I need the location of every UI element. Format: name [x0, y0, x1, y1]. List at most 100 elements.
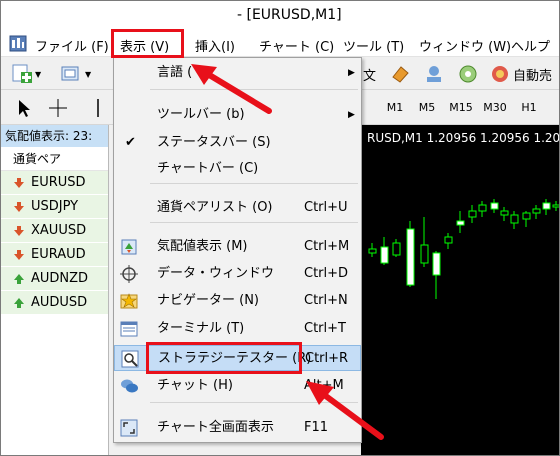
symbol-label: EURAUD [31, 247, 86, 262]
symbol-column-header[interactable]: 通貨ペア [1, 147, 108, 171]
symbol-label: AUDNZD [31, 271, 89, 286]
symbol-label: XAUUSD [31, 223, 87, 238]
candle-body [522, 212, 531, 220]
view-menu-dropdown: 言語 ( ▶ ツールバー (b) ▶ ✔ ステータスバー (S) チャートバー (C) 通貨ペ… [113, 57, 362, 443]
menu-item-label: チャート全画面表示 [157, 420, 274, 435]
menu-item-label: データ・ウィンドウ [157, 266, 275, 281]
candle-body [532, 208, 541, 214]
menu-item-shortcut: Ctrl+N [304, 293, 348, 308]
view-menu-item[interactable]: チャートバー (C) [114, 156, 361, 182]
arrow-up-icon [14, 298, 24, 308]
timeframe-m5[interactable]: M5 [410, 96, 444, 120]
menu-help[interactable]: ヘルプ [511, 36, 550, 55]
timeframe-m1[interactable]: M1 [378, 96, 412, 120]
view-menu-item[interactable]: ナビゲーター (N) Ctrl+N [114, 288, 361, 314]
chevron-down-icon[interactable]: ▼ [35, 70, 41, 79]
chevron-down-icon[interactable]: ▼ [85, 70, 91, 79]
candle-body [510, 214, 519, 224]
new-chart-icon[interactable] [11, 63, 33, 85]
auto-trading-label[interactable]: 自動売 [513, 65, 552, 84]
mt4-window: - [EURUSD,M1] ファイル (F) 表示 (V) 挿入(I) チャート… [0, 0, 560, 456]
menu-item-label: 言語 ( [157, 65, 193, 80]
menu-item-label: ステータスバー (S) [157, 135, 271, 150]
checkmark-icon: ✔ [125, 135, 136, 150]
menu-item-label: ナビゲーター (N) [157, 293, 260, 308]
menu-separator [150, 183, 358, 184]
view-menu-item[interactable]: データ・ウィンドウ Ctrl+D [114, 261, 361, 287]
menu-item-label: ツールバー (b) [157, 107, 245, 122]
menu-window[interactable]: ウィンドウ (W) [419, 36, 511, 55]
menu-item-shortcut: Ctrl+M [304, 239, 350, 254]
account-icon[interactable] [423, 63, 445, 85]
symbol-label: EURUSD [31, 175, 86, 190]
timeframe-h1[interactable]: H1 [512, 96, 546, 120]
title-bar: - [EURUSD,M1] [1, 1, 559, 31]
signal-icon[interactable] [457, 63, 479, 85]
candlestick-series [368, 199, 559, 299]
window-title: - [EURUSD,M1] [237, 7, 342, 23]
market-watch-row[interactable]: AUDUSD [1, 291, 108, 315]
menu-item-label: チャット (H) [157, 378, 233, 393]
menu-file[interactable]: ファイル (F) [35, 36, 109, 55]
strategy-tester-icon [121, 350, 139, 368]
menu-separator [150, 222, 358, 223]
view-menu-item[interactable]: 言語 ( ▶ [114, 60, 361, 86]
timeframe-m15[interactable]: M15 [444, 96, 478, 120]
market-watch-header: 気配値表示: 23: [1, 125, 108, 147]
menu-item-shortcut: F11 [304, 420, 329, 435]
view-menu-item[interactable]: ツールバー (b) ▶ [114, 102, 361, 128]
menu-item-shortcut: Ctrl+U [304, 200, 348, 215]
view-menu-item[interactable]: 気配値表示 (M) Ctrl+M [114, 234, 361, 260]
eraser-icon[interactable] [389, 63, 411, 85]
navigator-star-icon [120, 293, 138, 309]
price-chart[interactable]: RUSD,M1 1.20956 1.20956 1.2088 [361, 125, 559, 455]
candle-body [406, 228, 415, 286]
candle-body [380, 246, 389, 264]
market-watch-row[interactable]: AUDNZD [1, 267, 108, 291]
menu-bar: ファイル (F) 表示 (V) 挿入(I) チャート (C) ツール (T) ウ… [1, 31, 559, 57]
crosshair-tool-icon[interactable] [47, 97, 69, 119]
view-menu-item[interactable]: チャート全画面表示 F11 [114, 415, 361, 441]
candle-body [468, 210, 477, 218]
strategy-tester-highlight-box [146, 342, 302, 374]
candle-body [432, 252, 441, 276]
submenu-arrow-icon: ▶ [348, 110, 355, 120]
candle-body [552, 204, 559, 208]
profiles-icon[interactable] [59, 63, 81, 85]
view-menu-highlight-box [111, 29, 184, 58]
menu-item-shortcut: Ctrl+D [304, 266, 349, 281]
vertical-line-icon[interactable] [87, 97, 109, 119]
menu-chart[interactable]: チャート (C) [259, 36, 334, 55]
cursor-icon[interactable] [13, 97, 35, 119]
menu-item-label: ターミナル (T) [157, 321, 245, 336]
candle-body [500, 210, 509, 216]
menu-item-label: チャートバー (C) [157, 161, 259, 176]
menu-separator [150, 89, 358, 90]
view-menu-item[interactable]: 通貨ペアリスト (O) Ctrl+U [114, 195, 361, 221]
view-menu-item[interactable]: ターミナル (T) Ctrl+T [114, 316, 361, 342]
arrow-down-icon [14, 202, 24, 212]
submenu-arrow-icon: ▶ [348, 68, 355, 78]
arrow-down-icon [14, 226, 24, 236]
menu-item-shortcut: Ctrl+R [305, 351, 349, 366]
candle-body [420, 244, 429, 264]
timeframe-m30[interactable]: M30 [478, 96, 512, 120]
view-menu-item[interactable]: チャット (H) Alt+M [114, 373, 361, 399]
view-menu-item[interactable]: ✔ ステータスバー (S) [114, 130, 361, 156]
market-watch-row[interactable]: EURAUD [1, 243, 108, 267]
market-watch-row[interactable]: XAUUSD [1, 219, 108, 243]
fullscreen-icon [120, 419, 138, 437]
menu-item-label: 通貨ペアリスト (O) [157, 200, 273, 215]
menu-insert[interactable]: 挿入(I) [195, 36, 235, 55]
market-watch-panel: 気配値表示: 23: 通貨ペア EURUSD USDJPY XAUUSD EURAUD… [1, 125, 109, 455]
candle-body [368, 248, 377, 254]
app-icon [9, 35, 27, 52]
auto-trading-icon[interactable] [489, 63, 511, 85]
market-watch-row[interactable]: EURUSD [1, 171, 108, 195]
menu-tools[interactable]: ツール (T) [343, 36, 404, 55]
menu-item-label: 気配値表示 (M) [157, 239, 248, 254]
market-watch-row[interactable]: USDJPY [1, 195, 108, 219]
chat-icon [121, 379, 138, 393]
arrow-down-icon [14, 178, 24, 188]
candle-body [456, 220, 465, 226]
